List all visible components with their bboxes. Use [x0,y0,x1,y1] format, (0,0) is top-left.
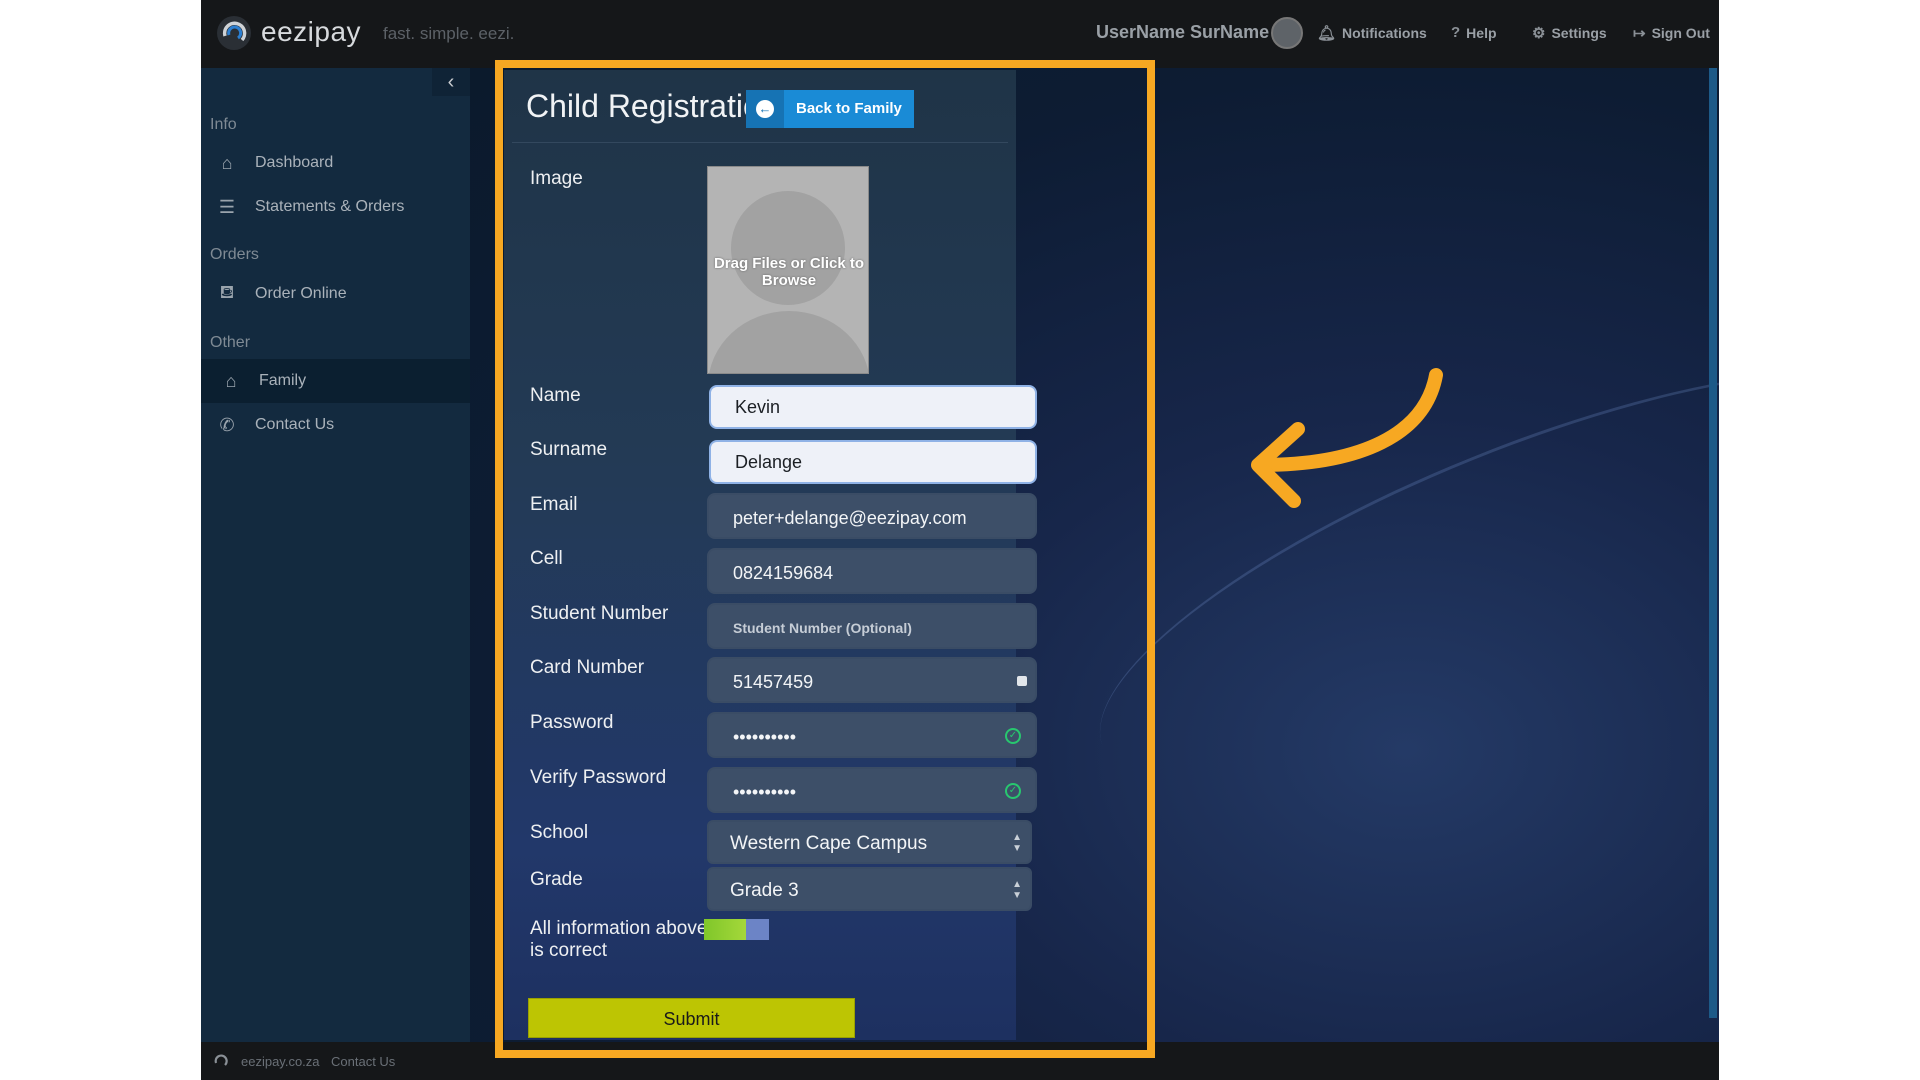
child-registration-panel: Child Registration ← Back to Family Imag… [504,70,1037,1040]
image-label: Image [530,168,583,189]
sidebar-item-contact-us[interactable]: ✆ Contact Us [201,403,470,447]
grade-select[interactable]: Grade 3 ▲ ▼ [707,867,1032,911]
school-select[interactable]: Western Cape Campus ▲ ▼ [707,820,1032,864]
phone-icon: ✆ [219,414,235,435]
password-field[interactable]: •••••••••• ✓ [707,712,1037,758]
back-arrow-icon: ← [746,90,784,128]
avatar-placeholder-body [708,311,868,373]
sign-out-label: Sign Out [1651,25,1710,41]
toggle-knob [746,919,769,940]
name-label: Name [530,385,581,406]
home-icon: ⌂ [221,152,233,173]
verify-password-label: Verify Password [530,767,667,788]
sidebar-item-dashboard[interactable]: ⌂ Dashboard [201,141,470,185]
user-name[interactable]: UserName SurName [1096,22,1269,43]
school-label: School [530,822,589,843]
settings-label: Settings [1551,25,1607,41]
grade-value: Grade 3 [730,880,799,901]
eezipay-logo-icon[interactable] [215,14,253,52]
question-icon: ? [1451,24,1461,41]
footer: eezipay.co.za Contact Us [201,1042,1719,1080]
list-icon: ☰ [218,196,236,217]
confirm-label: All information above is correct [530,918,708,961]
back-to-family-button[interactable]: ← Back to Family [746,90,914,128]
sidebar-item-label: Dashboard [255,154,334,171]
submit-button[interactable]: Submit [528,998,855,1038]
brand-name[interactable]: eezipay [261,16,361,48]
page-title: Child Registration [526,88,779,124]
help-link[interactable]: ? Help [1451,24,1497,41]
email-label: Email [530,494,578,515]
notifications-label: Notifications [1342,25,1427,41]
help-label: Help [1466,24,1497,41]
sign-out-icon: ↦ [1633,25,1646,42]
card-number-value: 51457459 [733,672,814,692]
verify-password-field[interactable]: •••••••••• ✓ [707,767,1037,813]
sidebar: Info ⌂ Dashboard ☰ Statements & Orders O… [201,68,470,1042]
sidebar-item-family[interactable]: ⌂ Family [201,359,470,403]
cell-field[interactable]: 0824159684 [707,548,1037,594]
student-number-field[interactable]: Student Number (Optional) [707,603,1037,649]
eezipay-logo-icon [214,1054,228,1066]
confirm-toggle[interactable] [704,919,769,940]
verify-password-value: •••••••••• [733,782,797,802]
check-icon: ✓ [1005,728,1021,744]
sidebar-item-label: Contact Us [255,416,335,433]
school-value: Western Cape Campus [730,833,928,854]
scrollbar[interactable] [1709,68,1717,1018]
sidebar-item-label: Family [259,372,307,389]
password-label: Password [530,712,614,733]
gear-icon: ⚙ [1532,25,1546,42]
dropzone-text: Drag Files or Click to Browse [713,255,865,289]
sidebar-item-label: Statements & Orders [255,198,405,215]
bell-icon: 🔔︎ [1317,25,1337,42]
notifications-link[interactable]: 🔔︎ Notifications [1317,24,1427,42]
sidebar-section-info: Info [210,116,237,133]
basket-icon: ⛾ [219,282,235,302]
grade-label: Grade [530,869,583,890]
sidebar-collapse-button[interactable]: ‹ [432,68,470,96]
cell-label: Cell [530,548,563,569]
settings-link[interactable]: ⚙ Settings [1532,24,1607,42]
annotation-arrow-icon [1251,368,1443,508]
back-to-family-label: Back to Family [796,100,902,117]
family-icon: ⌂ [225,370,237,391]
sidebar-section-other: Other [210,334,251,351]
keyboard-icon[interactable] [1017,676,1027,686]
name-field[interactable]: Kevin [709,385,1037,429]
avatar[interactable] [1271,17,1303,49]
card-number-field[interactable]: 51457459 [707,657,1037,703]
select-arrows-icon: ▲ ▼ [1012,832,1022,854]
password-value: •••••••••• [733,727,797,747]
toggle-on-track [704,919,746,940]
top-bar: eezipay fast. simple. eezi. UserName Sur… [201,0,1719,68]
select-arrows-icon: ▲ ▼ [1012,879,1022,901]
surname-label: Surname [530,439,608,460]
sidebar-section-orders: Orders [210,246,259,263]
image-dropzone[interactable]: Drag Files or Click to Browse [707,166,869,374]
email-field[interactable]: peter+delange@eezipay.com [707,493,1037,539]
tagline: fast. simple. eezi. [383,24,515,43]
sidebar-item-label: Order Online [255,285,347,302]
check-icon: ✓ [1005,783,1021,799]
chevron-left-icon: ‹ [447,71,455,93]
card-number-label: Card Number [530,657,645,678]
divider [512,142,1008,143]
footer-site-link[interactable]: eezipay.co.za [241,1054,320,1069]
footer-contact-link[interactable]: Contact Us [331,1054,395,1069]
sign-out-link[interactable]: ↦ Sign Out [1633,24,1710,42]
student-number-label: Student Number [530,603,669,624]
sidebar-item-statements-orders[interactable]: ☰ Statements & Orders [201,185,470,229]
sidebar-item-order-online[interactable]: ⛾ Order Online [201,272,470,316]
app-window: eezipay fast. simple. eezi. UserName Sur… [201,0,1719,1080]
surname-field[interactable]: Delange [709,440,1037,484]
